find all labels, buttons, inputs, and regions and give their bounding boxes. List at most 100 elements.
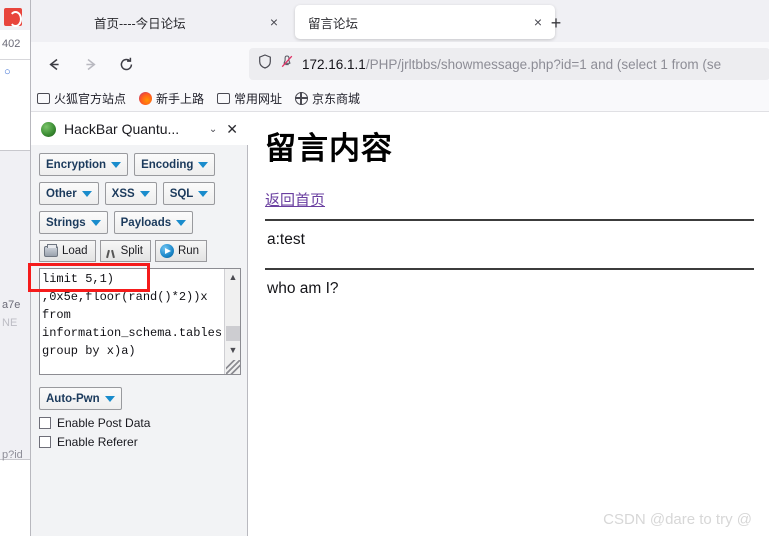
enable-post-data-row[interactable]: Enable Post Data [39, 416, 248, 430]
chevron-down-icon [176, 219, 187, 226]
page-content: 留言内容 返回首页 a:test who am I? [249, 113, 769, 536]
run-icon [159, 244, 174, 258]
scrollbar-thumb[interactable] [226, 326, 240, 341]
bookmark-label: 京东商城 [312, 92, 361, 106]
button-label: Split [120, 245, 143, 257]
bookmark-label: 火狐官方站点 [54, 92, 127, 106]
message-item: who am I? [267, 280, 339, 297]
button-label: Payloads [120, 216, 172, 229]
hackbar-button-row-2: Other XSS SQL [39, 182, 248, 205]
tab-home-forum[interactable]: 首页----今日论坛 × [81, 5, 291, 39]
bookmark-firefox-official[interactable]: 火狐官方站点 [37, 90, 126, 107]
button-label: XSS [111, 187, 135, 200]
scroll-down-icon[interactable]: ▼ [225, 342, 241, 358]
browser-window: 首页----今日论坛 × 留言论坛 × + 172.16.1.1/PHP/jrl… [28, 0, 769, 536]
bookmarks-bar: 火狐官方站点 新手上路 常用网址 京东商城 [31, 86, 769, 112]
chevron-down-icon [81, 190, 92, 197]
tab-title: 留言论坛 [308, 16, 359, 31]
sql-button[interactable]: SQL [162, 182, 216, 205]
chevron-down-icon[interactable]: ⌄ [204, 124, 222, 135]
background-panel: a7e NE p?id [0, 150, 30, 461]
message-item: a:test [267, 231, 305, 248]
split-button[interactable]: Split [99, 240, 151, 262]
background-url-fragment: 402 [2, 38, 21, 50]
reload-icon[interactable] [113, 51, 139, 77]
button-label: Encoding [141, 158, 194, 171]
background-tabstrip [0, 0, 30, 30]
hackbar-button-row-1: Encryption Encoding [39, 153, 248, 176]
load-icon [44, 243, 58, 257]
checkbox-label: Enable Post Data [57, 416, 151, 430]
background-window: 402 ○ a7e NE p?id [0, 0, 30, 536]
bookmark-common-sites[interactable]: 常用网址 [217, 90, 282, 107]
hackbar-panel: Encryption Encoding Other XSS SQL String… [28, 145, 248, 536]
auto-pwn-button[interactable]: Auto-Pwn [39, 387, 122, 410]
run-button[interactable]: Run [154, 240, 208, 262]
payload-textarea-wrapper: limit 5,1) ,0x5e,floor(rand()*2))x from … [28, 263, 241, 375]
chevron-down-icon [90, 219, 101, 226]
resize-grip[interactable] [226, 360, 240, 374]
chevron-down-icon [198, 190, 209, 197]
url-text: 172.16.1.1/PHP/jrltbbs/showmessage.php?i… [302, 57, 721, 72]
enable-referer-checkbox[interactable] [39, 436, 51, 448]
shield-icon[interactable] [258, 54, 272, 74]
blocked-permission-icon[interactable] [280, 54, 294, 74]
bookmark-label: 常用网址 [234, 92, 283, 106]
app-logo-icon [4, 8, 22, 27]
payload-textarea[interactable]: limit 5,1) ,0x5e,floor(rand()*2))x from … [42, 270, 224, 374]
textarea-scrollbar[interactable]: ▲ ▼ [224, 269, 240, 374]
hackbar-sidebar: HackBar Quantu... ⌄ ✕ Encryption Encodin… [28, 113, 248, 536]
button-label: SQL [169, 187, 194, 200]
button-label: Run [177, 245, 200, 257]
back-to-home-link[interactable]: 返回首页 [265, 189, 325, 210]
close-icon[interactable]: ✕ [222, 121, 242, 138]
chevron-down-icon [104, 395, 115, 402]
strings-button[interactable]: Strings [39, 211, 108, 234]
new-tab-button[interactable]: + [543, 10, 569, 36]
encryption-button[interactable]: Encryption [39, 153, 129, 176]
background-text-fragment-a: a7e [2, 299, 21, 311]
tab-title: 首页----今日论坛 [94, 16, 186, 31]
navigation-bar: 172.16.1.1/PHP/jrltbbs/showmessage.php?i… [31, 42, 769, 86]
hackbar-logo-icon [41, 121, 56, 137]
button-label: Auto-Pwn [46, 392, 100, 405]
sidebar-title: HackBar Quantu... [64, 121, 180, 137]
scroll-up-icon[interactable]: ▲ [225, 269, 241, 285]
background-urlbar: 402 [0, 30, 30, 60]
tab-message-forum[interactable]: 留言论坛 × [295, 5, 555, 39]
hackbar-action-row: Load Split Run [39, 240, 248, 262]
page-title: 留言内容 [265, 131, 393, 166]
bookmark-label: 新手上路 [156, 92, 205, 106]
close-icon[interactable]: × [261, 9, 287, 35]
load-button[interactable]: Load [39, 240, 96, 262]
sidebar-header: HackBar Quantu... ⌄ ✕ [31, 113, 248, 145]
url-bar[interactable]: 172.16.1.1/PHP/jrltbbs/showmessage.php?i… [249, 48, 769, 80]
encoding-button[interactable]: Encoding [134, 153, 216, 176]
split-icon [105, 245, 117, 258]
button-label: Encryption [46, 158, 107, 171]
chevron-down-icon [139, 190, 150, 197]
enable-post-data-checkbox[interactable] [39, 417, 51, 429]
payloads-button[interactable]: Payloads [113, 211, 194, 234]
bookmark-getting-started[interactable]: 新手上路 [139, 90, 204, 107]
back-icon[interactable] [41, 51, 67, 77]
page-body: HackBar Quantu... ⌄ ✕ Encryption Encodin… [28, 113, 769, 536]
firefox-icon [139, 92, 153, 105]
xss-button[interactable]: XSS [104, 182, 157, 205]
bookmark-jd-mall[interactable]: 京东商城 [294, 90, 361, 107]
forward-icon[interactable] [77, 51, 103, 77]
url-path: /PHP/jrltbbs/showmessage.php?id=1 and (s… [365, 56, 722, 72]
checkbox-label: Enable Referer [57, 435, 138, 449]
globe-icon [294, 91, 309, 105]
tab-strip: 首页----今日论坛 × 留言论坛 × + [31, 0, 769, 42]
background-text-fragment-c: p?id [2, 449, 23, 461]
button-label: Other [46, 187, 77, 200]
background-bookmarkbar: ○ [0, 60, 30, 88]
screenshot-root: 402 ○ a7e NE p?id 首页----今日论坛 × 留言论坛 × + [0, 0, 769, 536]
button-label: Strings [46, 216, 86, 229]
chevron-down-icon [198, 161, 209, 168]
folder-icon [217, 93, 231, 104]
enable-referer-row[interactable]: Enable Referer [39, 435, 248, 449]
other-button[interactable]: Other [39, 182, 99, 205]
watermark: CSDN @dare to try @ [603, 511, 752, 528]
